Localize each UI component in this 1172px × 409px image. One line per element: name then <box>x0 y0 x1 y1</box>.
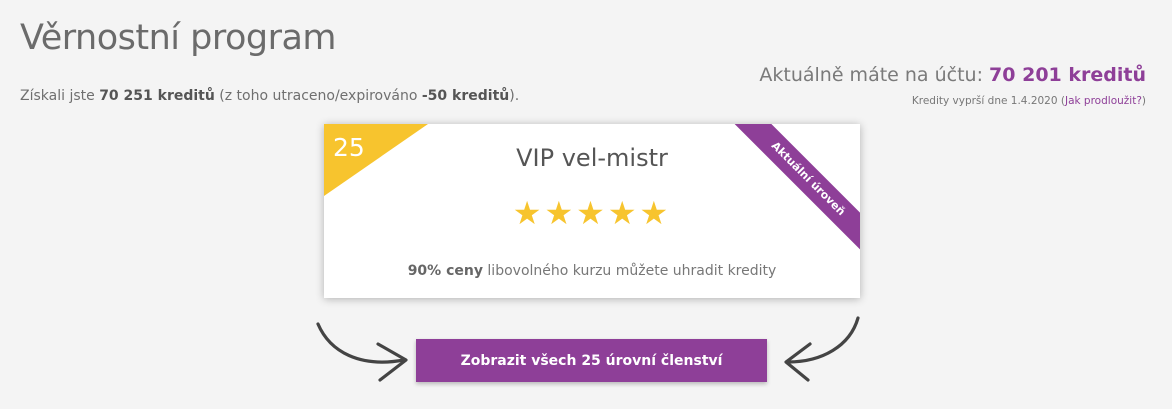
earned-prefix: Získali jste <box>20 88 95 104</box>
earned-credits-summary: Získali jste 70 251 kreditů (z toho utra… <box>20 88 519 104</box>
expiry-close: ) <box>1141 95 1146 107</box>
benefit-percent: 90% ceny <box>407 263 483 279</box>
curved-arrow-left-icon <box>784 316 860 382</box>
level-name: VIP vel-mistr <box>516 144 668 172</box>
page-title: Věrnostní program <box>20 18 337 58</box>
balance-amount: 70 201 kreditů <box>989 64 1146 86</box>
earned-amount: 70 251 kreditů <box>99 88 215 104</box>
benefit-text: libovolného kurzu můžete uhradit kredity <box>487 263 777 279</box>
show-all-levels-button[interactable]: Zobrazit všech 25 úrovní členství <box>416 339 767 382</box>
earned-middle: (z toho utraceno/expirováno <box>219 88 418 104</box>
current-balance: Aktuálně máte na účtu: 70 201 kreditů <box>759 64 1146 86</box>
curved-arrow-right-icon <box>316 322 408 382</box>
credits-expiry: Kredity vyprší dne 1.4.2020 (Jak prodlou… <box>912 95 1146 107</box>
expiry-text: Kredity vyprší dne 1.4.2020 ( <box>911 95 1065 107</box>
extend-credits-link[interactable]: Jak prodloužit? <box>1065 95 1142 107</box>
level-benefit: 90% ceny libovolného kurzu můžete uhradi… <box>324 263 860 279</box>
level-card: 25 Aktuální úroveň VIP vel-mistr ★★★★★ 9… <box>324 124 860 298</box>
earned-suffix: ). <box>509 88 520 104</box>
spent-amount: -50 kreditů <box>421 88 510 104</box>
star-icon: ★★★★★ <box>512 194 672 232</box>
balance-label: Aktuálně máte na účtu: <box>759 64 983 86</box>
